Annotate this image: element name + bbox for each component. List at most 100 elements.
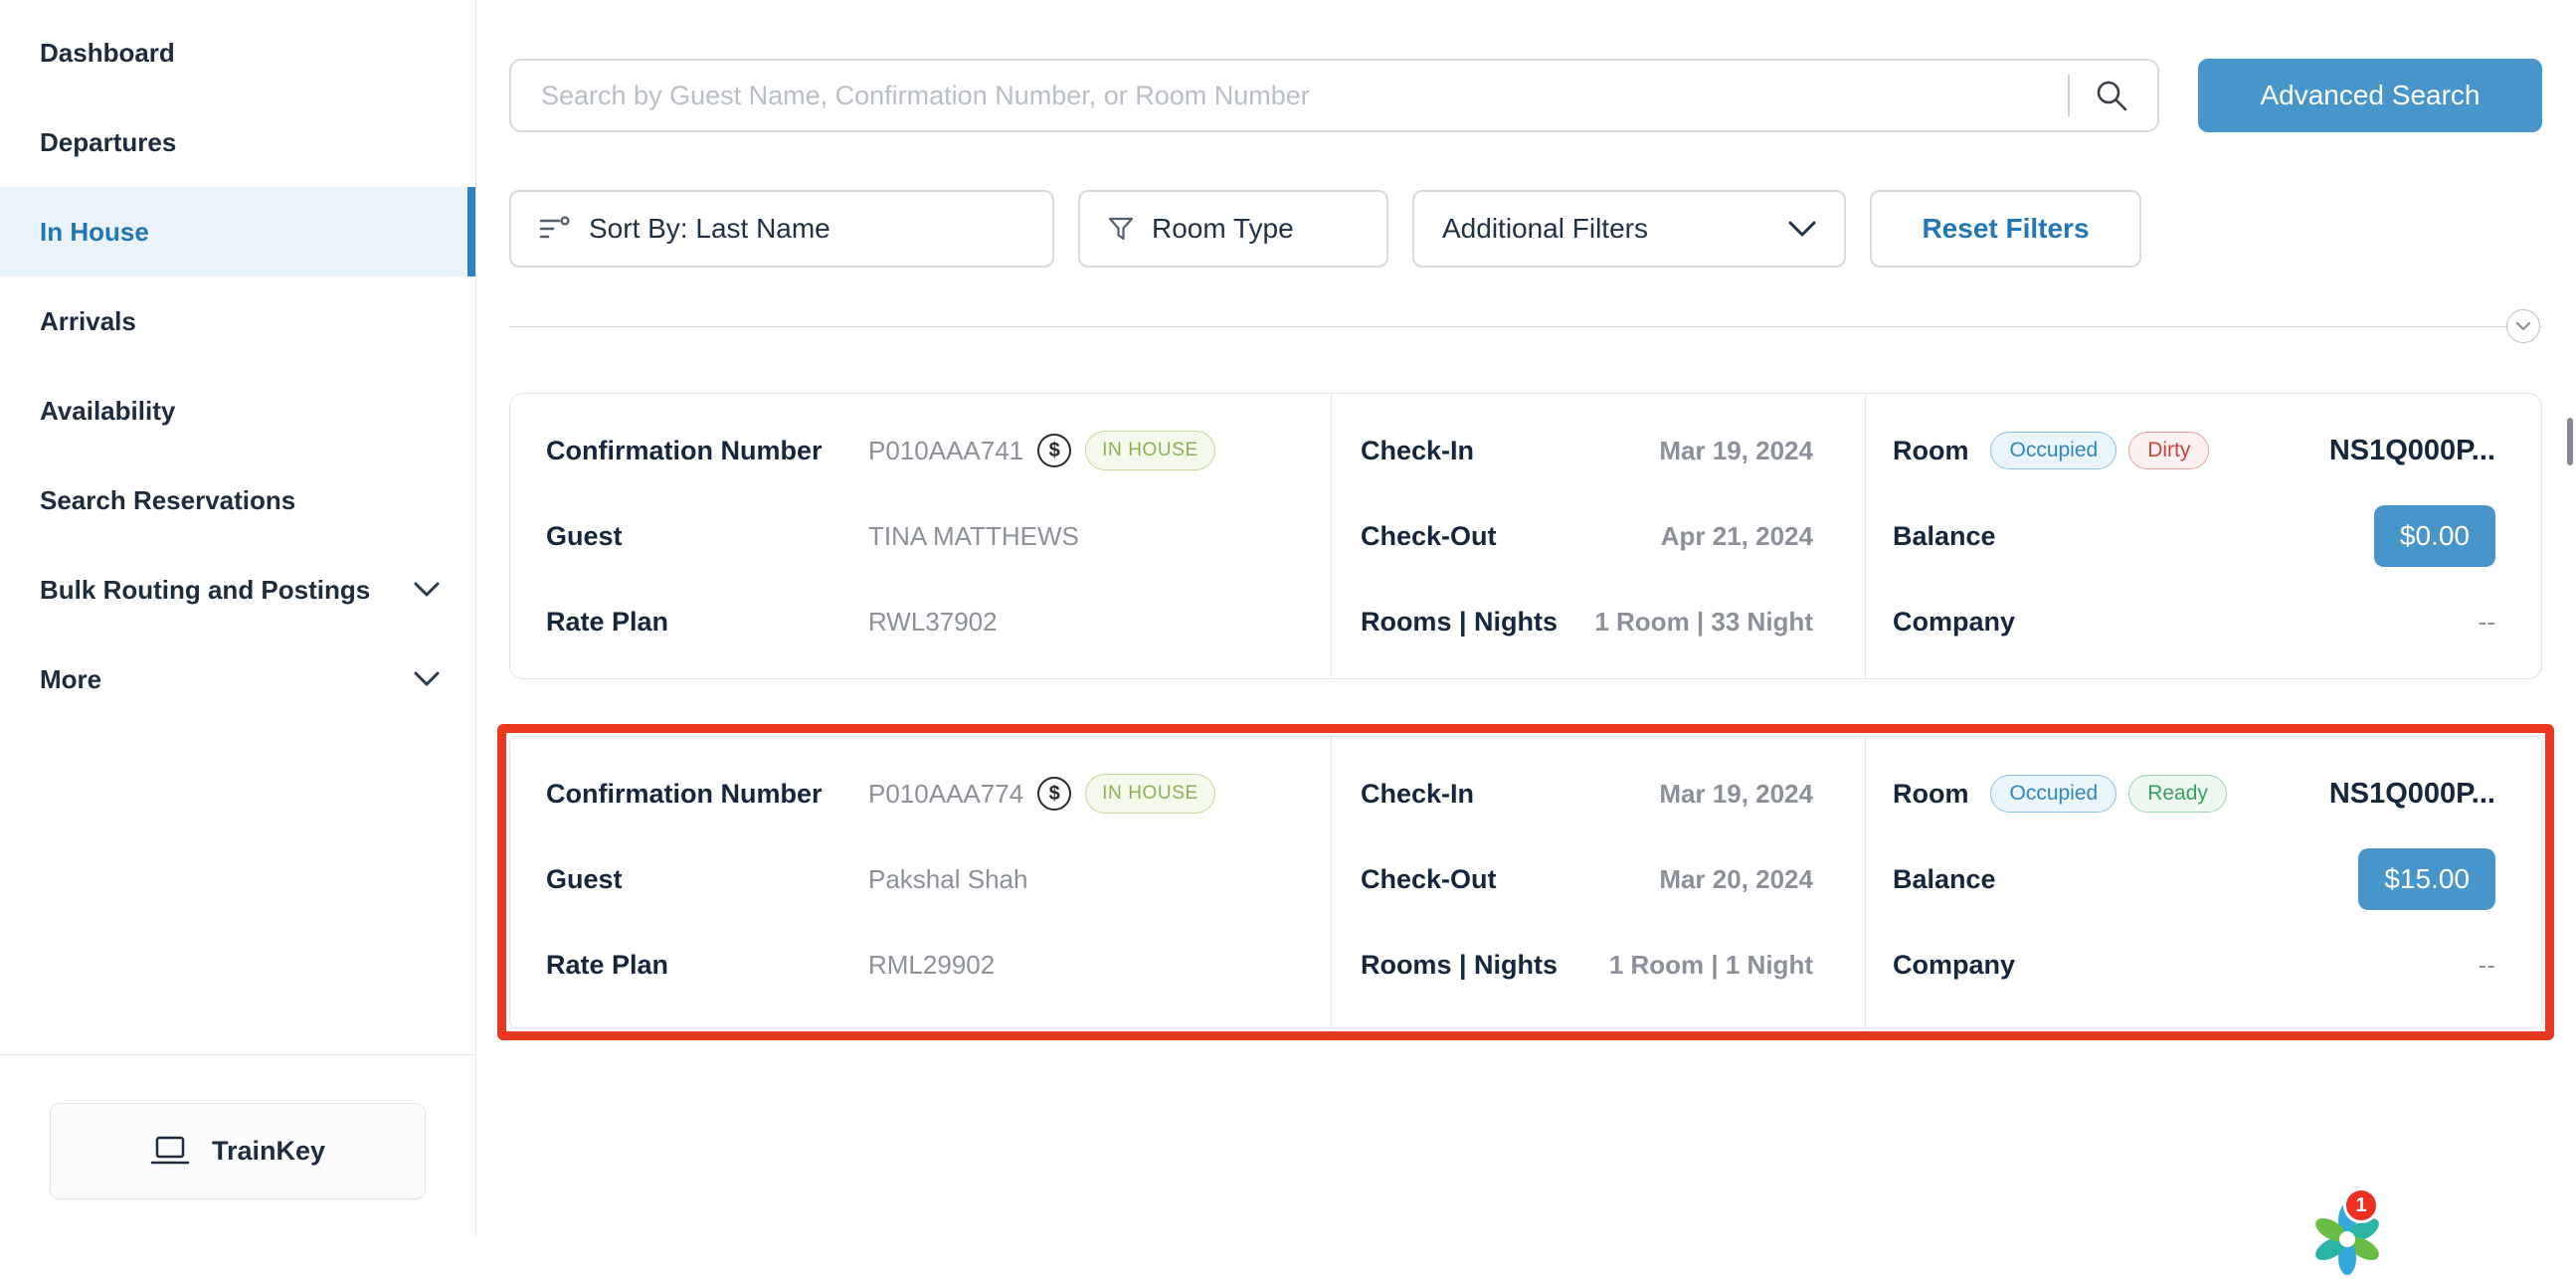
selected-card-highlight: Confirmation Number P010AAA774 $ IN HOUS…	[497, 724, 2554, 1040]
rooms-nights-value: 1 Room | 33 Night	[1594, 607, 1813, 638]
sidebar-item-label: Departures	[40, 127, 176, 158]
collapse-toggle[interactable]	[2506, 309, 2540, 343]
check-in-row: Check-In Mar 19, 2024	[1332, 408, 1865, 493]
balance-row: Balance $15.00	[1866, 836, 2541, 922]
funnel-icon	[1108, 216, 1134, 242]
dollar-icon[interactable]: $	[1037, 777, 1071, 811]
sidebar-item-arrivals[interactable]: Arrivals	[0, 276, 475, 366]
reservation-card[interactable]: Confirmation Number P010AAA774 $ IN HOUS…	[509, 736, 2542, 1028]
rooms-nights-row: Rooms | Nights 1 Room | 1 Night	[1332, 922, 1865, 1007]
reservation-dates-column: Check-In Mar 19, 2024 Check-Out Mar 20, …	[1331, 737, 1865, 1027]
guest-name: TINA MATTHEWS	[868, 521, 1079, 552]
sidebar-item-label: In House	[40, 217, 149, 248]
status-badge: IN HOUSE	[1085, 431, 1215, 470]
room-status-pills: Occupied Ready	[1990, 775, 2226, 813]
occupancy-badge: Occupied	[1990, 775, 2116, 813]
search-row: Advanced Search	[509, 59, 2542, 132]
sidebar-item-search-reservations[interactable]: Search Reservations	[0, 456, 475, 545]
dollar-icon[interactable]: $	[1037, 434, 1071, 467]
reservation-card[interactable]: Confirmation Number P010AAA741 $ IN HOUS…	[509, 393, 2542, 679]
company-row: Company --	[1866, 579, 2541, 664]
check-in-label: Check-In	[1361, 436, 1474, 466]
additional-filters-label: Additional Filters	[1442, 213, 1648, 245]
guest-label: Guest	[546, 521, 868, 552]
reservation-room-column: Room Occupied Dirty NS1Q000P... Balance …	[1865, 394, 2541, 678]
check-out-date: Apr 21, 2024	[1661, 521, 1813, 552]
rooms-nights-row: Rooms | Nights 1 Room | 33 Night	[1332, 579, 1865, 664]
main-content: Advanced Search Sort By: Last Name Room …	[476, 0, 2576, 1235]
confirmation-label: Confirmation Number	[546, 779, 868, 810]
trainkey-button[interactable]: TrainKey	[50, 1103, 426, 1199]
company-label: Company	[1893, 950, 2015, 981]
sort-by-button[interactable]: Sort By: Last Name	[509, 190, 1054, 268]
housekeeping-badge: Dirty	[2128, 432, 2209, 469]
rate-plan-label: Rate Plan	[546, 950, 868, 981]
guest-row: Guest TINA MATTHEWS	[510, 493, 1331, 579]
sidebar-item-label: More	[40, 664, 101, 695]
room-number: NS1Q000P...	[2329, 435, 2495, 467]
check-out-row: Check-Out Mar 20, 2024	[1332, 836, 1865, 922]
balance-label: Balance	[1893, 864, 1996, 895]
check-in-date: Mar 19, 2024	[1659, 779, 1813, 810]
reset-filters-button[interactable]: Reset Filters	[1870, 190, 2141, 268]
sidebar-item-bulk-routing[interactable]: Bulk Routing and Postings	[0, 545, 475, 635]
sidebar-item-label: Search Reservations	[40, 485, 295, 516]
check-out-date: Mar 20, 2024	[1659, 864, 1813, 895]
room-status-pills: Occupied Dirty	[1990, 432, 2209, 469]
search-icon[interactable]	[2094, 78, 2129, 113]
sidebar-item-in-house[interactable]: In House	[0, 187, 475, 276]
confirmation-label: Confirmation Number	[546, 436, 868, 466]
room-type-label: Room Type	[1152, 213, 1294, 245]
check-in-label: Check-In	[1361, 779, 1474, 810]
balance-row: Balance $0.00	[1866, 493, 2541, 579]
rate-plan-value: RWL37902	[868, 607, 998, 638]
room-label: Room	[1893, 436, 1969, 466]
advanced-search-button[interactable]: Advanced Search	[2198, 59, 2542, 132]
list-divider	[509, 326, 2542, 327]
scrollbar-thumb[interactable]	[2567, 418, 2573, 465]
check-out-label: Check-Out	[1361, 864, 1497, 895]
rooms-nights-label: Rooms | Nights	[1361, 950, 1558, 981]
reservation-identity-column: Confirmation Number P010AAA774 $ IN HOUS…	[510, 737, 1331, 1027]
company-row: Company --	[1866, 922, 2541, 1007]
balance-button[interactable]: $0.00	[2374, 505, 2495, 567]
room-type-button[interactable]: Room Type	[1078, 190, 1388, 268]
sidebar-item-availability[interactable]: Availability	[0, 366, 475, 456]
sidebar-item-label: Arrivals	[40, 306, 136, 337]
sidebar-item-departures[interactable]: Departures	[0, 97, 475, 187]
search-box	[509, 59, 2159, 132]
sort-icon	[539, 216, 571, 242]
laptop-icon	[150, 1136, 190, 1168]
sidebar-item-label: Bulk Routing and Postings	[40, 575, 370, 606]
sidebar-item-label: Dashboard	[40, 38, 175, 69]
sidebar-item-dashboard[interactable]: Dashboard	[0, 8, 475, 97]
balance-button[interactable]: $15.00	[2358, 848, 2495, 910]
filter-row: Sort By: Last Name Room Type Additional …	[509, 190, 2542, 268]
check-in-row: Check-In Mar 19, 2024	[1332, 751, 1865, 836]
company-value: --	[2479, 950, 2495, 981]
status-badge: IN HOUSE	[1085, 774, 1215, 814]
notification-badge[interactable]: 1	[2343, 1188, 2379, 1223]
reset-filters-label: Reset Filters	[1922, 213, 2089, 245]
occupancy-badge: Occupied	[1990, 432, 2116, 469]
rate-plan-row: Rate Plan RWL37902	[510, 579, 1331, 664]
rooms-nights-value: 1 Room | 1 Night	[1609, 950, 1813, 981]
reservation-room-column: Room Occupied Ready NS1Q000P... Balance …	[1865, 737, 2541, 1027]
chevron-down-icon	[2515, 321, 2531, 331]
sidebar-footer: TrainKey	[0, 1054, 475, 1235]
additional-filters-dropdown[interactable]: Additional Filters	[1412, 190, 1846, 268]
sidebar-nav: Dashboard Departures In House Arrivals A…	[0, 0, 475, 724]
check-out-row: Check-Out Apr 21, 2024	[1332, 493, 1865, 579]
rate-plan-value: RML29902	[868, 950, 995, 981]
guest-name: Pakshal Shah	[868, 864, 1027, 895]
guest-row: Guest Pakshal Shah	[510, 836, 1331, 922]
room-row: Room Occupied Ready NS1Q000P...	[1866, 751, 2541, 836]
sidebar-item-more[interactable]: More	[0, 635, 475, 724]
confirmation-number: P010AAA774	[868, 779, 1023, 810]
confirmation-number: P010AAA741	[868, 436, 1023, 466]
search-input[interactable]	[511, 61, 2068, 130]
room-row: Room Occupied Dirty NS1Q000P...	[1866, 408, 2541, 493]
search-separator	[2068, 75, 2070, 116]
balance-label: Balance	[1893, 521, 1996, 552]
room-number: NS1Q000P...	[2329, 778, 2495, 811]
